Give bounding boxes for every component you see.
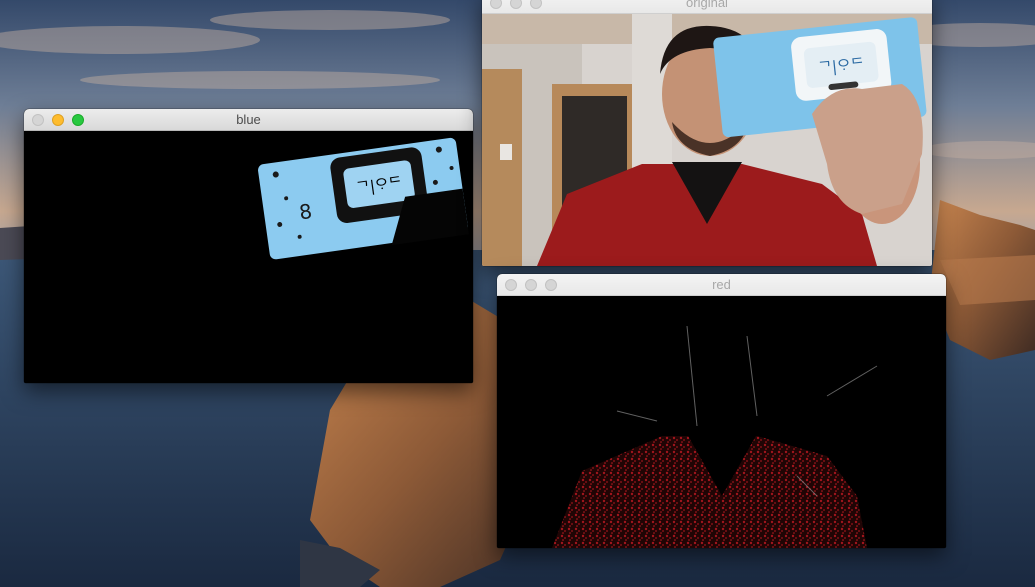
blue-window[interactable]: blue ᄀ|ᄋᆞᄃ 8 bbox=[24, 109, 473, 383]
window-title: red bbox=[712, 277, 731, 292]
red-window[interactable]: red bbox=[497, 274, 946, 548]
red-mask-image bbox=[497, 296, 946, 548]
original-titlebar[interactable]: original bbox=[482, 0, 932, 14]
original-window[interactable]: original ᄀ|ᄋᆞᄃ bbox=[482, 0, 932, 266]
window-title: original bbox=[686, 0, 728, 10]
red-titlebar[interactable]: red bbox=[497, 274, 946, 296]
blue-mask-image: ᄀ|ᄋᆞᄃ 8 bbox=[24, 131, 473, 383]
blue-titlebar[interactable]: blue bbox=[24, 109, 473, 131]
window-title: blue bbox=[236, 112, 261, 127]
webcam-image: ᄀ|ᄋᆞᄃ bbox=[482, 14, 932, 266]
